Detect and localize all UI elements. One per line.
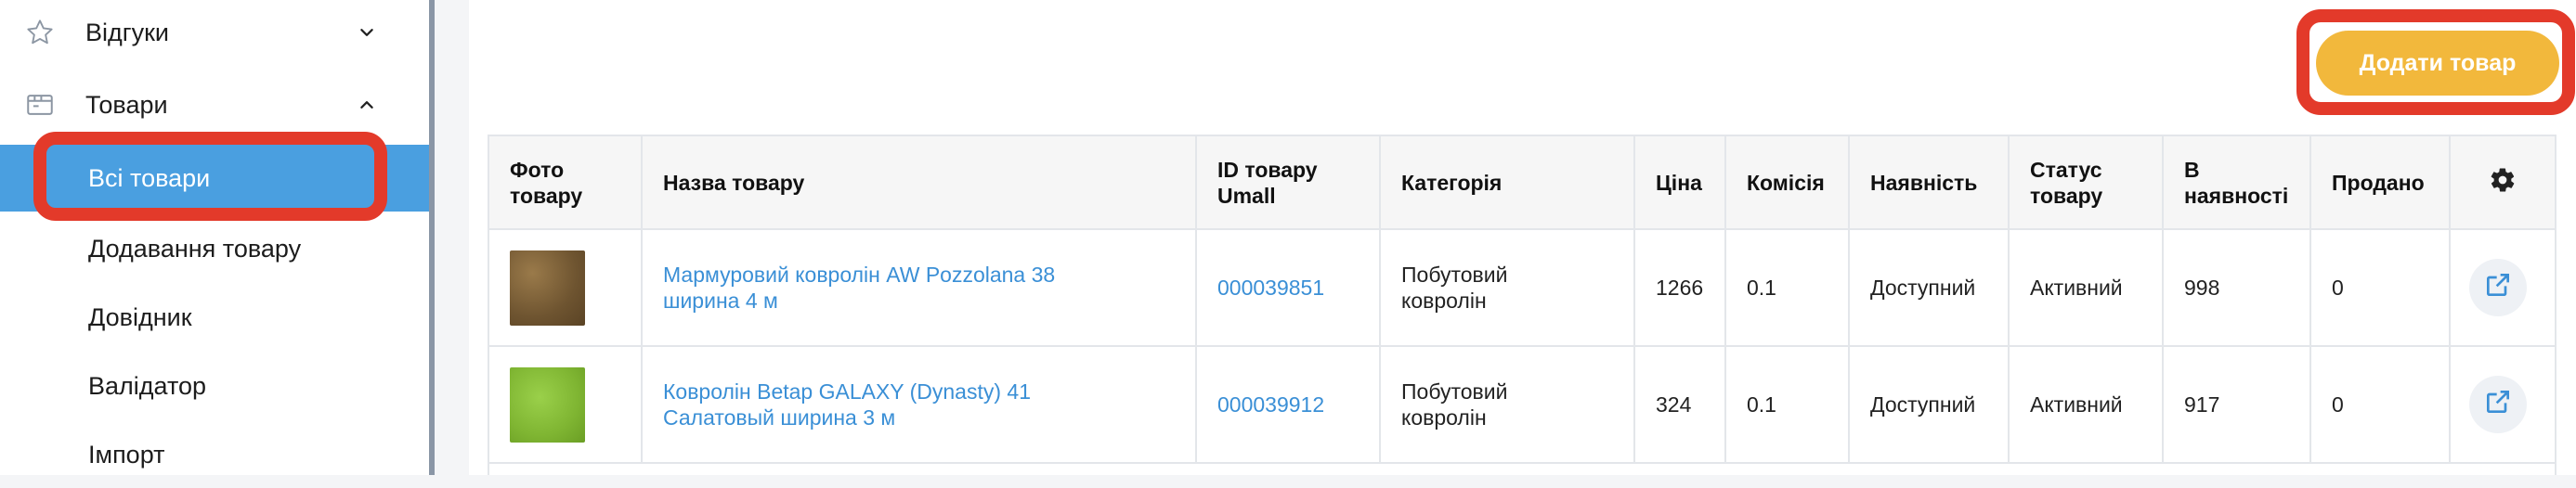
column-header-category[interactable]: Категорія <box>1380 136 1635 230</box>
cell-category: Побутовий ковролін <box>1380 346 1635 464</box>
product-id-link[interactable]: 000039851 <box>1217 276 1324 300</box>
header-text: товару <box>2030 183 2103 208</box>
sidebar-item-label: Товари <box>85 90 168 119</box>
cell-status: Активний <box>2009 229 2164 347</box>
sidebar-item-label: Імпорт <box>88 440 165 469</box>
column-header-status[interactable]: Статус товару <box>2009 136 2164 230</box>
column-settings[interactable] <box>2450 136 2555 230</box>
sidebar-item-add-product[interactable]: Додавання товару <box>0 215 429 282</box>
product-name-link[interactable]: Ковролін Betap GALAXY (Dynasty) 41 Салато… <box>663 379 1031 430</box>
column-header-name[interactable]: Назва товару <box>642 136 1197 230</box>
sidebar-item-label: Всі товари <box>88 163 211 192</box>
cell-availability: Доступний <box>1849 229 2010 347</box>
cell-price: 324 <box>1634 346 1726 464</box>
header-text: товару <box>510 183 583 208</box>
column-header-availability[interactable]: Наявність <box>1849 136 2010 230</box>
column-header-photo: Фото товару <box>489 136 643 230</box>
cell-availability: Доступний <box>1849 346 2010 464</box>
table-row: Мармуровий ковролін AW Pozzolana 38 ширин… <box>489 229 2555 347</box>
cell-name[interactable]: Ковролін Betap GALAXY (Dynasty) 41 Салато… <box>642 346 1197 464</box>
chevron-up-icon[interactable] <box>355 93 379 117</box>
product-id-link[interactable]: 000039912 <box>1217 392 1324 417</box>
sidebar-item-all-products[interactable]: Всі товари <box>0 145 429 212</box>
category-line: Побутовий <box>1401 379 1508 404</box>
external-link-icon <box>2483 270 2513 305</box>
open-external-button[interactable] <box>2469 376 2527 433</box>
product-name-line: Мармуровий ковролін AW Pozzolana 38 <box>663 263 1056 287</box>
products-table: Фото товару Назва товару ID товару Umall К… <box>488 135 2556 475</box>
product-name-line: Ковролін Betap GALAXY (Dynasty) 41 <box>663 379 1031 404</box>
sidebar-item-label: Довідник <box>88 302 192 331</box>
gear-icon[interactable] <box>2489 166 2517 199</box>
cell-photo <box>489 229 643 347</box>
open-external-button[interactable] <box>2469 259 2527 316</box>
product-name-line: ширина 4 м <box>663 289 778 313</box>
cell-id[interactable]: 000039912 <box>1196 346 1381 464</box>
cell-sold: 0 <box>2310 229 2451 347</box>
product-thumbnail[interactable] <box>510 366 585 443</box>
sidebar-item-label: Додавання товару <box>88 234 302 263</box>
header-text: Фото <box>510 157 565 182</box>
header-text: Статус <box>2030 157 2102 182</box>
box-icon <box>24 89 56 121</box>
cell-price: 1266 <box>1634 229 1726 347</box>
column-header-price[interactable]: Ціна <box>1634 136 1726 230</box>
cell-category: Побутовий ковролін <box>1380 229 1635 347</box>
header-text: Umall <box>1217 183 1276 208</box>
cell-name[interactable]: Мармуровий ковролін AW Pozzolana 38 ширин… <box>642 229 1197 347</box>
table-row: Ковролін Betap GALAXY (Dynasty) 41 Салато… <box>489 346 2555 464</box>
cell-id[interactable]: 000039851 <box>1196 229 1381 347</box>
category-line: ковролін <box>1401 405 1487 430</box>
add-product-button[interactable]: Додати товар <box>2316 31 2559 96</box>
column-header-sold[interactable]: Продано <box>2310 136 2451 230</box>
sidebar-item-label: Валідатор <box>88 371 207 400</box>
external-link-icon <box>2483 387 2513 422</box>
category-line: ковролін <box>1401 289 1487 313</box>
table-header-row: Фото товару Назва товару ID товару Umall К… <box>489 136 2555 230</box>
star-icon <box>24 17 56 48</box>
column-header-commission[interactable]: Комісія <box>1725 136 1850 230</box>
cell-sold: 0 <box>2310 346 2451 464</box>
cell-stock: 998 <box>2163 229 2311 347</box>
product-thumbnail[interactable] <box>510 250 585 326</box>
cell-actions <box>2450 229 2555 347</box>
header-text: В <box>2184 157 2200 182</box>
sidebar-item-label: Відгуки <box>85 18 170 46</box>
product-name-line: Салатовый ширина 3 м <box>663 405 896 430</box>
sidebar-item-import[interactable]: Імпорт <box>0 421 429 488</box>
cell-actions <box>2450 346 2555 464</box>
sidebar-item-directory[interactable]: Довідник <box>0 284 429 351</box>
sidebar-item-validator[interactable]: Валідатор <box>0 353 429 419</box>
sidebar-item-products[interactable]: Товари <box>0 72 429 137</box>
chevron-down-icon[interactable] <box>355 20 379 45</box>
cell-photo <box>489 346 643 464</box>
sidebar-item-reviews[interactable]: Відгуки <box>0 0 429 65</box>
cell-commission: 0.1 <box>1725 229 1850 347</box>
product-name-link[interactable]: Мармуровий ковролін AW Pozzolana 38 ширин… <box>663 263 1055 313</box>
column-header-id[interactable]: ID товару Umall <box>1196 136 1381 230</box>
cell-commission: 0.1 <box>1725 346 1850 464</box>
header-text: наявності <box>2184 183 2289 208</box>
header-text: ID товару <box>1217 157 1318 182</box>
cell-status: Активний <box>2009 346 2164 464</box>
cell-stock: 917 <box>2163 346 2311 464</box>
category-line: Побутовий <box>1401 263 1508 287</box>
column-header-stock[interactable]: Внаявності <box>2163 136 2311 230</box>
sidebar: Відгуки Товари Всі товари Додавання това… <box>0 0 435 475</box>
